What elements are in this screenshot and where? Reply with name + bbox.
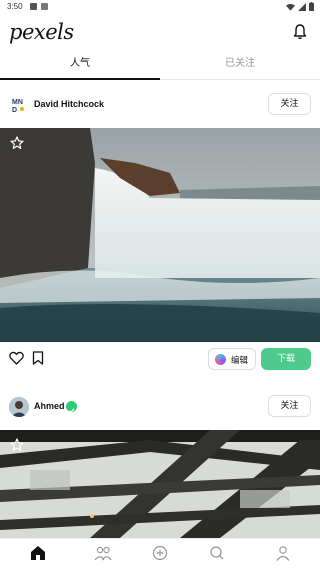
waterfall-image [0, 128, 320, 342]
search-icon[interactable] [208, 545, 226, 561]
home-icon[interactable] [29, 545, 47, 561]
tab-popular[interactable]: 人气 [0, 52, 160, 80]
svg-text:D: D [12, 107, 17, 114]
status-time: 3:50 [7, 2, 23, 11]
tab-active-indicator [0, 78, 160, 80]
heart-icon[interactable] [9, 351, 24, 365]
wifi-icon [286, 3, 295, 11]
post-photo[interactable] [0, 430, 320, 538]
signal-icon [298, 2, 306, 11]
star-icon[interactable] [10, 438, 24, 452]
tab-popular-label: 人气 [70, 58, 90, 69]
avatar[interactable]: MN D [9, 95, 29, 115]
edit-label: 编辑 [231, 356, 249, 366]
status-bar: 3:50 [0, 0, 320, 14]
bookmark-icon[interactable] [32, 351, 44, 365]
architecture-image [0, 430, 320, 538]
edit-button[interactable]: 编辑 [208, 348, 256, 370]
author-logo-icon: MN D [12, 99, 24, 114]
app-bar: pexels [0, 14, 320, 52]
avatar[interactable] [9, 397, 29, 417]
download-button[interactable]: 下载 [261, 348, 311, 370]
follow-button[interactable]: 关注 [268, 93, 311, 115]
bottom-nav [0, 538, 320, 568]
image-notification-icon [30, 3, 37, 10]
post-header: MN D David Hitchcock 关注 [0, 86, 320, 126]
notification-icon [41, 3, 48, 10]
post-actions: 编辑 下载 [0, 342, 320, 374]
people-icon[interactable] [94, 545, 112, 561]
profile-icon[interactable] [274, 545, 292, 561]
verified-badge-icon [66, 401, 77, 414]
pexels-logo: pexels [9, 20, 74, 44]
author-name[interactable]: David Hitchcock [34, 99, 104, 109]
add-icon[interactable] [151, 545, 169, 561]
author-name[interactable]: Ahmed [34, 401, 65, 411]
edit-app-icon [215, 354, 226, 365]
follow-button[interactable]: 关注 [268, 395, 311, 417]
svg-text:MN: MN [12, 99, 23, 106]
battery-icon [309, 2, 314, 11]
bell-icon[interactable] [293, 24, 307, 40]
post-photo[interactable] [0, 128, 320, 342]
post-header: Ahmed 关注 [0, 388, 320, 428]
feed-tabs: 人气 已关注 [0, 52, 320, 80]
status-icons [286, 2, 314, 11]
tab-following[interactable]: 已关注 [160, 52, 320, 80]
star-icon[interactable] [10, 136, 24, 150]
tab-following-label: 已关注 [225, 58, 255, 69]
author-photo [9, 397, 29, 417]
